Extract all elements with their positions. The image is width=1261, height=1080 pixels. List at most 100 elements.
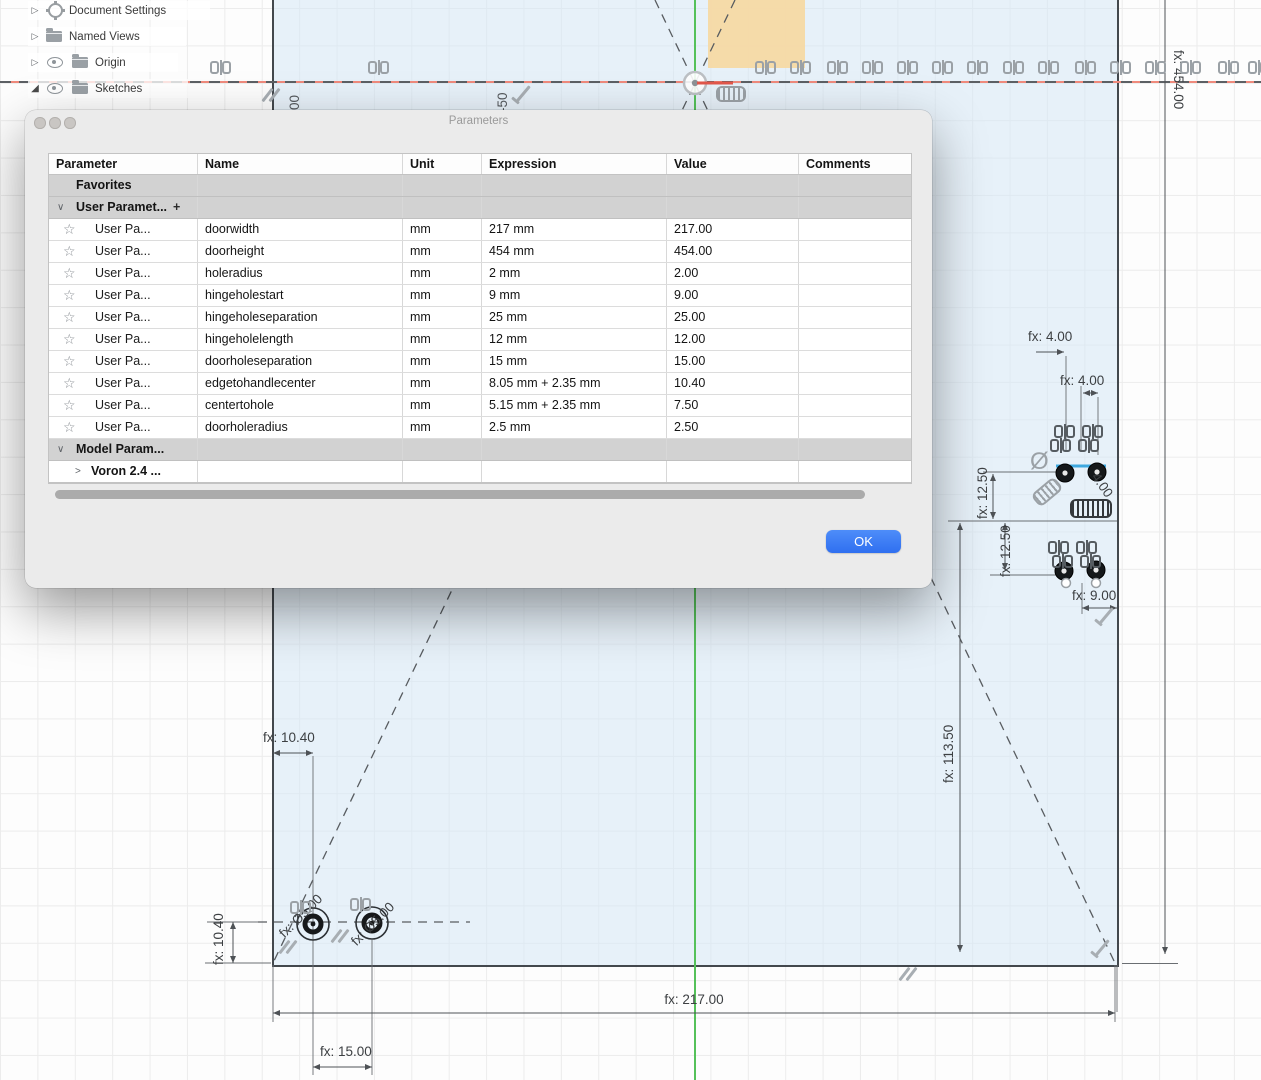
chevron-down-icon[interactable]: ∨ [57,197,64,218]
tree-item-origin[interactable]: ▷ Origin [28,53,178,72]
disclosure-arrow-icon[interactable]: ◢ [28,83,42,94]
param-expression[interactable]: 15 mm [482,351,667,372]
chevron-down-icon[interactable]: ∨ [57,439,64,460]
dialog-titlebar[interactable]: Parameters [25,110,932,134]
star-icon[interactable]: ☆ [63,329,76,350]
param-expression[interactable]: 5.15 mm + 2.35 mm [482,395,667,416]
symmetry-icon[interactable] [1110,60,1131,75]
param-comments[interactable] [799,285,911,306]
symmetry-icon[interactable] [1052,554,1073,569]
symmetry-icon[interactable] [862,60,883,75]
table-row[interactable]: ☆ User Pa... hingeholeseparation mm 25 mm… [49,307,911,329]
table-row[interactable]: ☆ User Pa... holeradius mm 2 mm 2.00 [49,263,911,285]
dim-door-height[interactable]: fx: 454.00 [1171,50,1186,109]
param-comments[interactable] [799,395,911,416]
symmetry-icon[interactable] [827,60,848,75]
param-expression[interactable]: 217 mm [482,219,667,240]
param-name[interactable]: hingeholelength [198,329,403,350]
param-comments[interactable] [799,373,911,394]
symmetry-icon[interactable] [210,60,231,75]
symmetry-icon[interactable] [897,60,918,75]
symmetry-icon[interactable] [1145,60,1166,75]
symmetry-icon[interactable] [1180,60,1201,75]
param-name[interactable]: holeradius [198,263,403,284]
param-expression[interactable]: 12 mm [482,329,667,350]
section-favorites[interactable]: Favorites [49,175,911,197]
dim-corner-diag[interactable]: fx: 113.50 [941,725,956,783]
param-comments[interactable] [799,219,911,240]
dim-hinge-offset-b[interactable]: fx: 4.00 [1060,373,1104,388]
tree-item-named-views[interactable]: ▷ Named Views [28,27,186,46]
tree-item-document-settings[interactable]: ▷ Document Settings [28,1,210,20]
star-icon[interactable]: ☆ [63,263,76,284]
symmetry-icon[interactable] [1248,60,1261,75]
param-expression[interactable]: 454 mm [482,241,667,262]
parallel-icon[interactable] [899,965,917,983]
dim-handle-sep[interactable]: fx: 15.00 [320,1044,372,1059]
tangent-icon[interactable] [1096,606,1116,626]
symmetry-icon[interactable] [1082,424,1103,439]
col-comments[interactable]: Comments [799,154,911,174]
symmetry-icon[interactable] [350,897,371,912]
star-icon[interactable]: ☆ [63,417,76,438]
table-row[interactable]: ☆ User Pa... doorholeseparation mm 15 mm … [49,351,911,373]
star-icon[interactable]: ☆ [63,373,76,394]
symmetry-icon[interactable] [1048,540,1069,555]
symmetry-icon[interactable] [1050,438,1071,453]
param-comments[interactable] [799,307,911,328]
symmetry-icon[interactable] [1218,60,1239,75]
dim-hinge-start[interactable]: fx: 9.00 [1072,588,1116,603]
param-name[interactable]: doorwidth [198,219,403,240]
disclosure-arrow-icon[interactable]: ▷ [28,5,42,16]
symmetry-icon[interactable] [290,900,311,915]
star-icon[interactable]: ☆ [63,395,76,416]
param-expression[interactable]: 8.05 mm + 2.35 mm [482,373,667,394]
parallel-icon[interactable] [279,938,297,956]
table-row[interactable]: ☆ User Pa... doorholeradius mm 2.5 mm 2.5… [49,417,911,439]
dim-handle-height[interactable]: fx: 10.40 [211,913,226,965]
table-row[interactable]: ☆ User Pa... doorheight mm 454 mm 454.00 [49,241,911,263]
tree-item-sketches[interactable]: ◢ Sketches [28,79,188,98]
table-row[interactable]: ☆ User Pa... hingeholestart mm 9 mm 9.00 [49,285,911,307]
eye-icon[interactable] [47,57,63,68]
chevron-right-icon[interactable]: > [75,461,81,482]
star-icon[interactable]: ☆ [63,351,76,372]
table-row[interactable]: ☆ User Pa... edgetohandlecenter mm 8.05 m… [49,373,911,395]
tangent-icon[interactable] [1092,938,1112,958]
section-model-parameters[interactable]: ∨ Model Param... [49,439,911,461]
parallel-icon[interactable] [331,927,349,945]
param-name[interactable]: doorholeseparation [198,351,403,372]
ok-button[interactable]: OK [826,530,901,553]
param-comments[interactable] [799,241,911,262]
param-comments[interactable] [799,329,911,350]
col-value[interactable]: Value [667,154,799,174]
dim-hinge-offset-a[interactable]: fx: 4.00 [1028,329,1072,344]
symmetry-icon[interactable] [1076,540,1097,555]
eye-icon[interactable] [47,83,63,94]
symmetry-icon[interactable] [1080,554,1101,569]
symmetry-icon[interactable] [932,60,953,75]
star-icon[interactable]: ☆ [63,285,76,306]
col-name[interactable]: Name [198,154,403,174]
add-parameter-button[interactable]: + [173,197,180,218]
star-icon[interactable]: ☆ [63,307,76,328]
dim-handle-edge[interactable]: fx: 10.40 [263,730,315,745]
param-name[interactable]: hingeholeseparation [198,307,403,328]
param-comments[interactable] [799,417,911,438]
symmetry-icon[interactable] [1038,60,1059,75]
symmetry-icon[interactable] [755,60,776,75]
symmetry-icon[interactable] [1078,438,1099,453]
param-comments[interactable] [799,263,911,284]
horizontal-scrollbar[interactable] [55,490,865,499]
symmetry-icon[interactable] [1075,60,1096,75]
param-expression[interactable]: 2.5 mm [482,417,667,438]
star-icon[interactable]: ☆ [63,241,76,262]
section-user-parameters[interactable]: ∨ User Paramet... + [49,197,911,219]
param-name[interactable]: hingeholestart [198,285,403,306]
table-row[interactable]: ☆ User Pa... centertohole mm 5.15 mm + 2.… [49,395,911,417]
table-row[interactable]: ☆ User Pa... hingeholelength mm 12 mm 12.… [49,329,911,351]
symmetry-icon[interactable] [967,60,988,75]
param-expression[interactable]: 9 mm [482,285,667,306]
parallel-icon[interactable] [262,86,280,104]
disclosure-arrow-icon[interactable]: ▷ [28,31,42,42]
